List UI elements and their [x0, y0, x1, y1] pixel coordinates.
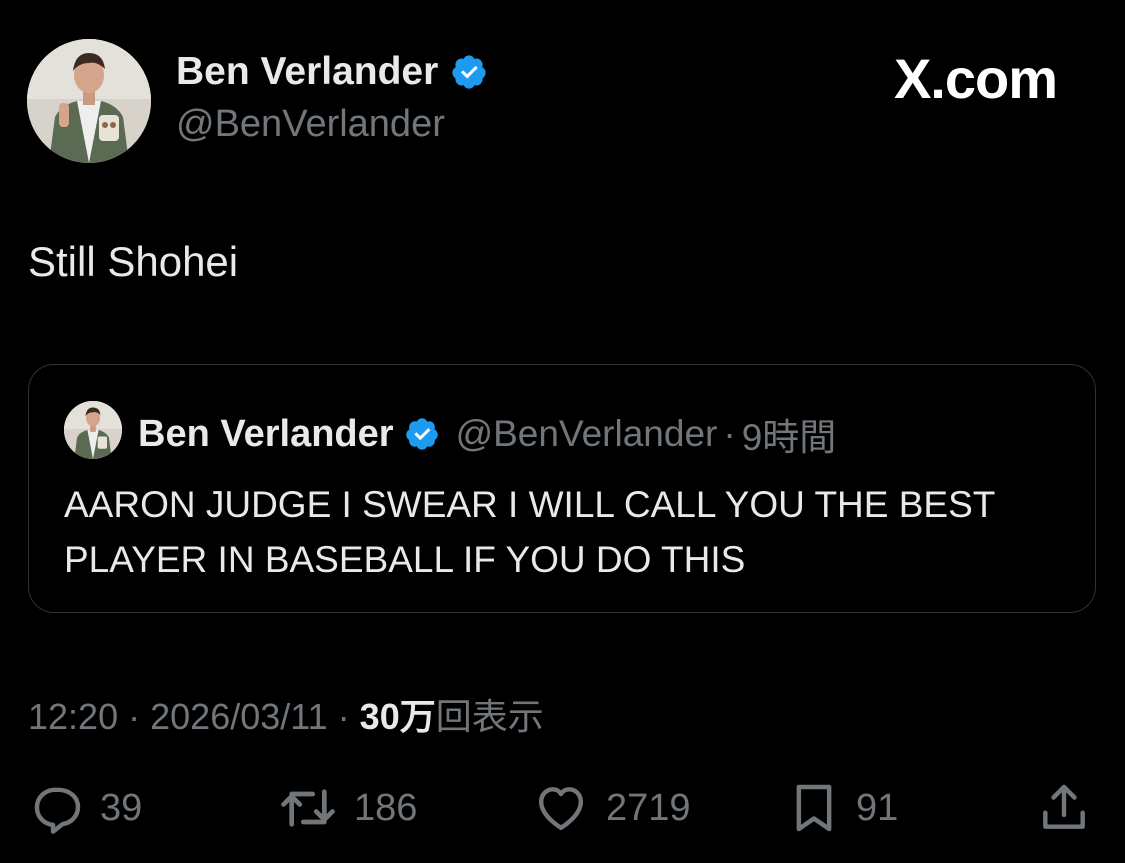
- quoted-timestamp[interactable]: 9時間: [742, 407, 837, 461]
- brand-logo-text: X.com: [893, 47, 1058, 110]
- like-button[interactable]: 2719: [530, 778, 691, 838]
- quoted-tweet-text: AARON JUDGE I SWEAR I WILL CALL YOU THE …: [64, 484, 995, 580]
- action-bar: 39 186 2719 91: [0, 778, 1125, 838]
- quoted-header: Ben Verlander @BenVerlander · 9時間: [138, 407, 836, 461]
- reply-count: 39: [100, 786, 143, 829]
- quoted-author-avatar[interactable]: [64, 401, 122, 459]
- meta-separator: ·: [337, 696, 350, 737]
- bookmark-button[interactable]: 91: [786, 778, 898, 838]
- like-count: 2719: [606, 786, 691, 829]
- verified-badge-icon: [450, 53, 488, 91]
- author-handle[interactable]: @BenVerlander: [176, 103, 445, 146]
- tweet-date[interactable]: 2026/03/11: [150, 696, 328, 737]
- tweet-time[interactable]: 12:20: [28, 696, 118, 737]
- quoted-separator: ·: [723, 413, 736, 454]
- views-label: 回表示: [435, 696, 544, 737]
- bookmark-icon: [786, 780, 842, 836]
- avatar-photo: [64, 401, 122, 459]
- tweet-meta: 12:20 · 2026/03/11 · 30万回表示: [28, 688, 544, 740]
- share-button[interactable]: [1036, 778, 1092, 838]
- views-count: 30万: [359, 696, 436, 737]
- verified-badge-icon: [404, 416, 440, 452]
- meta-separator: ·: [128, 696, 141, 737]
- author-name-row[interactable]: Ben Verlander: [176, 50, 488, 94]
- author-name[interactable]: Ben Verlander: [176, 50, 438, 94]
- reply-icon: [28, 780, 86, 836]
- author-avatar[interactable]: [27, 39, 151, 163]
- tweet-text: Still Shohei: [28, 238, 239, 285]
- quoted-tweet-card[interactable]: Ben Verlander @BenVerlander · 9時間 AARON …: [28, 364, 1096, 613]
- bookmark-count: 91: [856, 786, 899, 829]
- reply-button[interactable]: 39: [28, 778, 142, 838]
- repost-icon: [276, 780, 340, 836]
- repost-button[interactable]: 186: [276, 778, 417, 838]
- avatar-photo: [27, 39, 151, 163]
- quoted-author-name[interactable]: Ben Verlander: [138, 413, 394, 456]
- repost-count: 186: [354, 786, 418, 829]
- like-icon: [530, 780, 592, 836]
- share-icon: [1036, 780, 1092, 836]
- quoted-author-handle[interactable]: @BenVerlander: [456, 413, 718, 455]
